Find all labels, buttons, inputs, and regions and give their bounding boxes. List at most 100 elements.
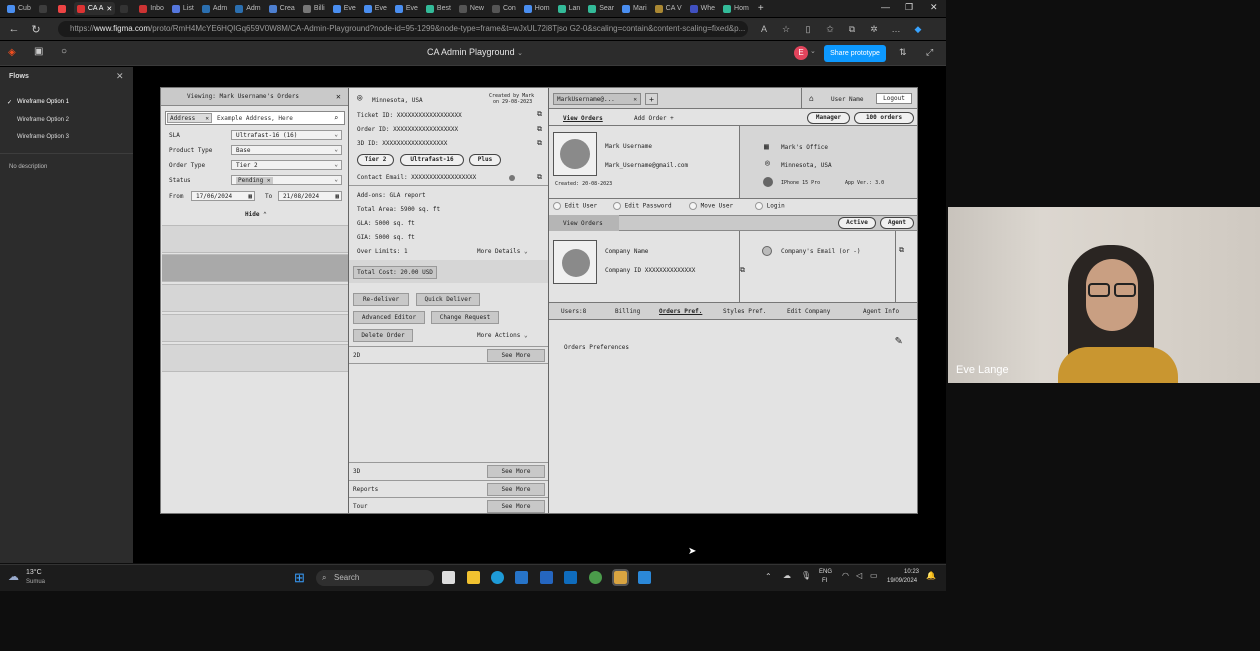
hide-toggle[interactable]: Hide ⌃ [245,211,267,218]
comment-icon[interactable]: ○ [61,46,67,57]
flow-item-2[interactable]: Wireframe Option 2 [17,117,69,123]
delete-order-button[interactable]: Delete Order [353,329,413,342]
wifi-icon[interactable]: ◠ [842,571,849,580]
volume-icon[interactable]: ◁ [856,571,862,580]
copy-icon[interactable]: ⧉ [899,246,904,255]
browser-tab[interactable]: Con [489,2,519,15]
browser-tab[interactable]: Best [423,2,454,15]
browser-tab[interactable]: Billi [300,2,328,15]
settings-sliders-icon[interactable]: ⇅ [899,47,907,58]
browser-tab[interactable]: Hom [720,2,752,15]
calendar-icon[interactable]: ▦ [248,192,252,201]
browser-tab[interactable]: List [169,2,197,15]
company-tab[interactable]: Users:8 [561,308,586,315]
fullscreen-icon[interactable]: ⤢ [926,47,933,58]
close-tab-icon[interactable]: ✕ [633,94,637,105]
see-more-button[interactable]: See More [487,465,545,478]
clock-time[interactable]: 10:23 [904,569,919,575]
company-tab[interactable]: Agent Info [863,308,899,315]
file-title[interactable]: CA Admin Playground ⌄ [360,47,590,57]
avatar-chevron-icon[interactable]: ⌄ [810,47,816,55]
re-deliver-button[interactable]: Re-deliver [353,293,409,306]
edit-icon[interactable]: ✎ [895,333,902,347]
browser-tab[interactable]: Adm [232,2,263,15]
close-icon[interactable]: ✕ [336,92,341,101]
flow-item-3[interactable]: Wireframe Option 3 [17,134,69,140]
see-more-button[interactable]: See More [487,500,545,513]
view-orders-tab[interactable]: View Orders [563,115,603,122]
windows-start-icon[interactable]: ⊞ [294,570,305,586]
company-tab[interactable]: Orders Pref. [659,308,702,315]
minimize-icon[interactable]: — [881,2,890,12]
browser-tab[interactable] [55,2,72,15]
tray-chevron-icon[interactable]: ⌃ [765,572,772,581]
task-view-icon[interactable] [442,571,455,584]
app-icon[interactable] [638,571,651,584]
filter-select[interactable]: Pending ✕ ⌄ [231,175,342,185]
copy-icon[interactable]: ⧉ [537,110,542,119]
favorite-star-icon[interactable]: ☆ [780,24,792,35]
order-row-selected[interactable] [162,254,348,282]
copy-icon[interactable]: ⧉ [537,173,542,182]
filter-select[interactable]: Tier 2 ⌄ [231,160,342,170]
order-row[interactable] [162,225,348,253]
browser-tab[interactable]: Whe [687,2,718,15]
more-menu-icon[interactable]: … [890,24,902,34]
quick-deliver-button[interactable]: Quick Deliver [416,293,480,306]
see-more-button[interactable]: See More [487,483,545,496]
copilot-icon[interactable]: ◆ [912,24,924,35]
browser-tab[interactable]: Inbo [136,2,167,15]
browser-tab[interactable]: New [456,2,487,15]
refresh-icon[interactable]: ↻ [30,23,42,36]
edge-icon[interactable] [491,571,504,584]
user-action-button[interactable]: Edit User [553,202,597,210]
browser-tab[interactable]: Sear [585,2,617,15]
to-date-input[interactable]: 21/08/2024 ▦ [278,191,342,201]
home-icon[interactable]: ⌂ [809,94,814,103]
chip-remove-icon[interactable]: ✕ [267,177,271,184]
copy-icon[interactable]: ⧉ [537,139,542,148]
logout-button[interactable]: Logout [876,93,912,104]
close-panel-icon[interactable]: ✕ [116,71,124,82]
user-action-button[interactable]: Move User [689,202,733,210]
change-request-button[interactable]: Change Request [431,311,499,324]
url-field[interactable]: https://www.figma.com/proto/RmH4McYE6HQI… [58,21,748,37]
new-tab-icon[interactable]: + [758,3,764,14]
view-orders-tab-2[interactable]: View Orders [563,220,603,227]
close-tab-icon[interactable]: ✕ [106,5,112,13]
browser-tab[interactable]: Adm [199,2,230,15]
outlook-icon[interactable] [564,571,577,584]
browser-tab[interactable]: Mari [619,2,650,15]
browser-tab[interactable]: Eve [330,2,359,15]
sidebar-toggle-icon[interactable]: ▣ [34,46,43,57]
browser-tab[interactable]: Hom [521,2,553,15]
copy-icon[interactable]: ⧉ [537,125,542,134]
collections-icon[interactable]: ⧉ [846,24,858,35]
onedrive-icon[interactable]: ☁ [783,571,791,580]
file-explorer-icon[interactable] [467,571,480,584]
microphone-icon[interactable]: 🎙 [801,571,811,580]
add-order-tab[interactable]: Add Order + [634,115,674,122]
search-field-chip[interactable]: Address ✕ [167,113,212,123]
more-actions-toggle[interactable]: More Actions ⌄ [477,332,528,339]
taskbar-search[interactable]: ⌕ Search [316,570,434,586]
teams-icon[interactable] [540,571,553,584]
restore-icon[interactable]: ❐ [905,2,913,13]
browser-tab[interactable]: CA V [652,2,685,15]
share-prototype-button[interactable]: Share prototype [824,45,886,62]
company-tab[interactable]: Styles Pref. [723,308,766,315]
battery-icon[interactable]: ▭ [870,571,878,580]
back-icon[interactable]: ← [8,23,20,35]
browser-tab[interactable]: Lan [555,2,584,15]
active-app-icon[interactable] [612,569,629,586]
more-details-toggle[interactable]: More Details ⌄ [477,248,528,255]
calendar-icon[interactable]: ▦ [335,192,339,201]
copy-icon[interactable]: ⧉ [740,266,745,275]
flow-item-1[interactable]: Wireframe Option 1 [17,99,69,105]
browser-tab[interactable]: Crea [266,2,298,15]
browser-tab[interactable]: CA A ✕ [73,2,116,15]
browser-tab[interactable]: Eve [392,2,421,15]
browser-tab[interactable] [117,2,134,15]
from-date-input[interactable]: 17/06/2024 ▦ [191,191,255,201]
language-code[interactable]: ENG [819,569,832,575]
